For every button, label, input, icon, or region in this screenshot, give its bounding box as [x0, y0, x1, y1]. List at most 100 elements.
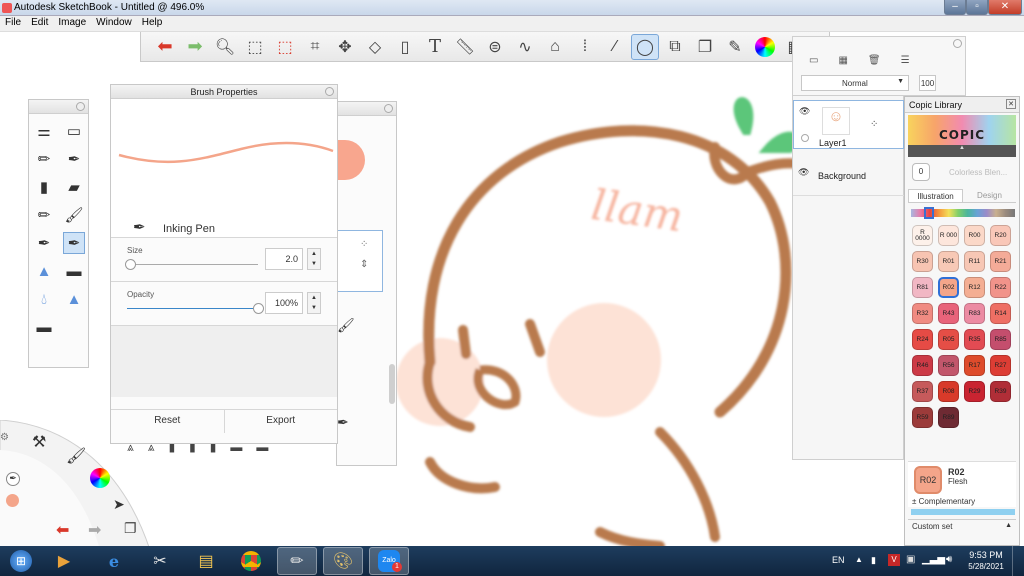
copic-swatch[interactable]: R43 — [938, 303, 959, 324]
start-button[interactable]: ⊞ — [2, 547, 40, 575]
layer-lock-icon[interactable] — [801, 134, 809, 142]
pen-brush-icon[interactable]: ✒︎ — [63, 148, 85, 170]
ballpoint-brush-icon[interactable]: ✏︎ — [33, 204, 55, 226]
copic-close-icon[interactable]: ✕ — [1006, 99, 1016, 109]
layer-editor-close-icon[interactable] — [953, 39, 962, 48]
copic-swatch[interactable]: R39 — [990, 381, 1011, 402]
language-indicator[interactable]: EN — [832, 555, 845, 565]
brush-library-item-icon[interactable]: 🖌︎ — [337, 317, 355, 334]
tab-illustration[interactable]: Illustration — [908, 189, 963, 202]
copic-swatch[interactable]: R00 — [964, 225, 985, 246]
copic-swatch[interactable]: R20 — [990, 225, 1011, 246]
lagoon-brush-icon[interactable]: 🖌︎ — [66, 446, 86, 466]
copic-swatch[interactable]: R46 — [912, 355, 933, 376]
tray-volume-icon[interactable]: 🔊︎ — [946, 554, 952, 565]
ellipse-guide-icon[interactable]: ⊜ — [481, 34, 509, 60]
redo-icon[interactable]: ➡ — [181, 34, 209, 60]
size-stepper[interactable]: ▲ ▼ — [307, 248, 321, 270]
tray-network-icon[interactable]: ▁▃▅ — [922, 554, 945, 565]
copic-swatch[interactable]: R37 — [912, 381, 933, 402]
copic-swatch[interactable]: R59 — [912, 407, 933, 428]
lagoon-pen-icon[interactable]: ✒︎ — [6, 472, 20, 486]
eye-icon[interactable]: 👁︎ — [799, 106, 810, 117]
brush-palette-close-icon[interactable] — [76, 102, 85, 111]
brush-library-item2-icon[interactable]: ✒︎ — [337, 414, 349, 431]
copic-family-selector[interactable] — [924, 207, 934, 219]
brush-settings-icon[interactable]: ⚌ — [33, 120, 55, 142]
lagoon-gear-icon[interactable]: ⚙︎ — [0, 432, 9, 443]
copic-swatch[interactable]: R24 — [912, 329, 933, 350]
french-curve-icon[interactable]: ∿ — [511, 34, 539, 60]
opacity-slider-thumb[interactable] — [253, 303, 264, 314]
blend-mode-select[interactable]: Normal ▼ — [801, 75, 909, 91]
copic-swatch[interactable]: R56 — [938, 355, 959, 376]
taskbar-zalo-icon[interactable]: Zalo 1 — [369, 547, 409, 575]
menu-file[interactable]: File — [0, 16, 26, 28]
copic-swatch[interactable]: R35 — [964, 329, 985, 350]
copic-swatch[interactable]: R14 — [990, 303, 1011, 324]
copic-swatch[interactable]: R01 — [938, 251, 959, 272]
export-button[interactable]: Export — [225, 410, 338, 433]
tray-usb-icon[interactable]: ▮ — [871, 555, 876, 566]
clock-time[interactable]: 9:53 PM — [968, 550, 1004, 560]
text-icon[interactable]: T — [421, 34, 449, 60]
copic-swatch[interactable]: R11 — [964, 251, 985, 272]
copic-swatch[interactable]: R17 — [964, 355, 985, 376]
tab-design[interactable]: Design — [963, 189, 1016, 202]
marker-brush-icon[interactable]: ▮ — [33, 176, 55, 198]
complementary-toggle[interactable]: ± Complementary — [912, 497, 975, 506]
delete-layer-icon[interactable]: 🗑︎ — [868, 55, 881, 66]
lagoon-current-color[interactable] — [6, 494, 19, 507]
copy-layer-icon[interactable]: ❐ — [691, 34, 719, 60]
lagoon-tools-icon[interactable]: ⚒︎ — [32, 432, 46, 452]
copic-swatch[interactable]: R32 — [912, 303, 933, 324]
undo-icon[interactable]: ⬅ — [151, 34, 179, 60]
close-button[interactable]: ✕ — [988, 0, 1022, 15]
copic-swatch[interactable]: R83 — [964, 303, 985, 324]
brush-library-close-icon[interactable] — [384, 104, 393, 113]
shapes-icon[interactable]: ⧉ — [661, 34, 689, 60]
ellipse-tool-icon[interactable]: ◯ — [631, 33, 659, 60]
perspective-icon[interactable]: ⌂ — [541, 34, 569, 60]
layer-move-icon[interactable]: ⁘ — [870, 119, 878, 130]
custom-set-header[interactable]: Custom set ▲ — [908, 519, 1016, 533]
copic-swatch[interactable]: R29 — [964, 381, 985, 402]
fill-icon[interactable]: ▯ — [391, 34, 419, 60]
add-image-layer-icon[interactable]: ▦ — [838, 55, 847, 66]
taskbar-snipping-icon[interactable]: ✂ — [140, 547, 180, 575]
eraser-icon[interactable]: ▬ — [63, 260, 85, 282]
stroke-icon[interactable]: ∕ — [601, 34, 629, 60]
clock-date[interactable]: 5/28/2021 — [966, 562, 1006, 571]
fine-pen-icon[interactable]: ✒︎ — [33, 232, 55, 254]
chisel-brush-icon[interactable]: ▰ — [63, 176, 85, 198]
size-slider-thumb[interactable] — [124, 259, 136, 270]
tray-expand-icon[interactable]: ▲ — [855, 555, 863, 564]
color-wheel-icon[interactable] — [755, 36, 775, 57]
copic-collapse-button[interactable]: ▲ — [908, 145, 1016, 157]
inking-pen-icon[interactable]: ✒︎ — [63, 232, 85, 254]
opacity-value-field[interactable]: 100% — [265, 292, 303, 314]
paint-brush-icon[interactable]: 🖌︎ — [63, 204, 85, 226]
taskbar-explorer-icon[interactable]: ▤ — [186, 547, 226, 575]
brush-grid-icon[interactable]: ▭ — [63, 120, 85, 142]
menu-window[interactable]: Window — [91, 16, 137, 28]
eye-icon[interactable]: 👁︎ — [798, 167, 809, 178]
lagoon-undo-icon[interactable]: ⬅ — [56, 520, 69, 540]
copic-swatch[interactable]: R05 — [938, 329, 959, 350]
smear-icon[interactable]: 💧︎ — [33, 288, 55, 310]
crop-select-icon[interactable]: ⬚ — [271, 34, 299, 60]
copic-swatch[interactable]: R81 — [912, 277, 933, 298]
layer-row-background[interactable]: 👁︎ Background — [793, 152, 904, 196]
copic-swatch[interactable]: R12 — [964, 277, 985, 298]
copic-swatch[interactable]: R21 — [990, 251, 1011, 272]
pencil-brush-icon[interactable]: ✏︎ — [33, 148, 55, 170]
show-desktop-button[interactable] — [1012, 546, 1024, 576]
layer-opacity-field[interactable]: 100 — [919, 75, 936, 91]
menu-edit[interactable]: Edit — [26, 16, 53, 28]
taskbar-sketchbook-icon[interactable]: ✏ — [277, 547, 317, 575]
distort-icon[interactable]: ◇ — [361, 34, 389, 60]
lagoon-color-wheel-icon[interactable] — [90, 468, 110, 488]
blur-icon[interactable]: ▲ — [63, 288, 85, 310]
layer-row-layer1[interactable]: 👁︎ ☺ ⁘ Layer1 — [793, 100, 904, 149]
airbrush-icon[interactable]: ▲ — [33, 260, 55, 282]
